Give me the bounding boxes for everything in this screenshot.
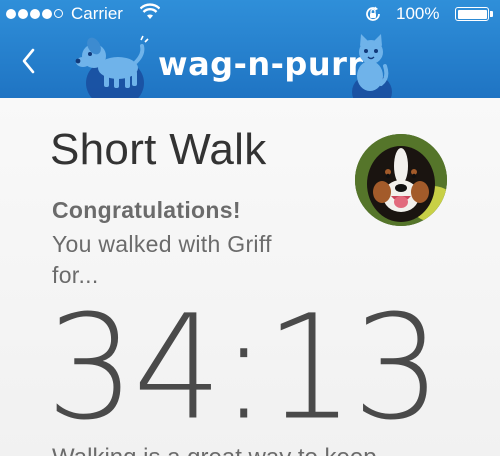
signal-dots-icon bbox=[6, 9, 63, 19]
chevron-left-icon[interactable] bbox=[16, 44, 42, 78]
status-bar: Carrier 100% bbox=[0, 0, 500, 28]
dog-photo bbox=[355, 134, 447, 226]
battery-tip bbox=[490, 11, 493, 17]
wifi-icon bbox=[140, 3, 160, 19]
battery-icon bbox=[455, 7, 489, 21]
footer-text: Walking is a great way to keep bbox=[52, 444, 377, 456]
dog-logo-icon bbox=[75, 35, 149, 88]
page-title: Short Walk bbox=[50, 125, 267, 174]
carrier-label: Carrier bbox=[71, 4, 123, 23]
app-logo-text: wag-n-purr bbox=[158, 45, 364, 83]
walk-message: You walked with Griff for... bbox=[52, 231, 272, 288]
cat-logo-icon bbox=[357, 34, 389, 91]
rotation-lock-icon bbox=[366, 6, 380, 21]
battery-percent: 100% bbox=[396, 4, 440, 23]
walk-duration: 34:13 bbox=[46, 284, 441, 453]
avatar[interactable] bbox=[355, 134, 447, 226]
header-bar: Carrier 100% wag-n-purr bbox=[0, 0, 500, 110]
app-screen: Carrier 100% wag-n-purr Short Walk Congr… bbox=[0, 0, 500, 456]
congrats-heading: Congratulations! bbox=[52, 197, 241, 223]
